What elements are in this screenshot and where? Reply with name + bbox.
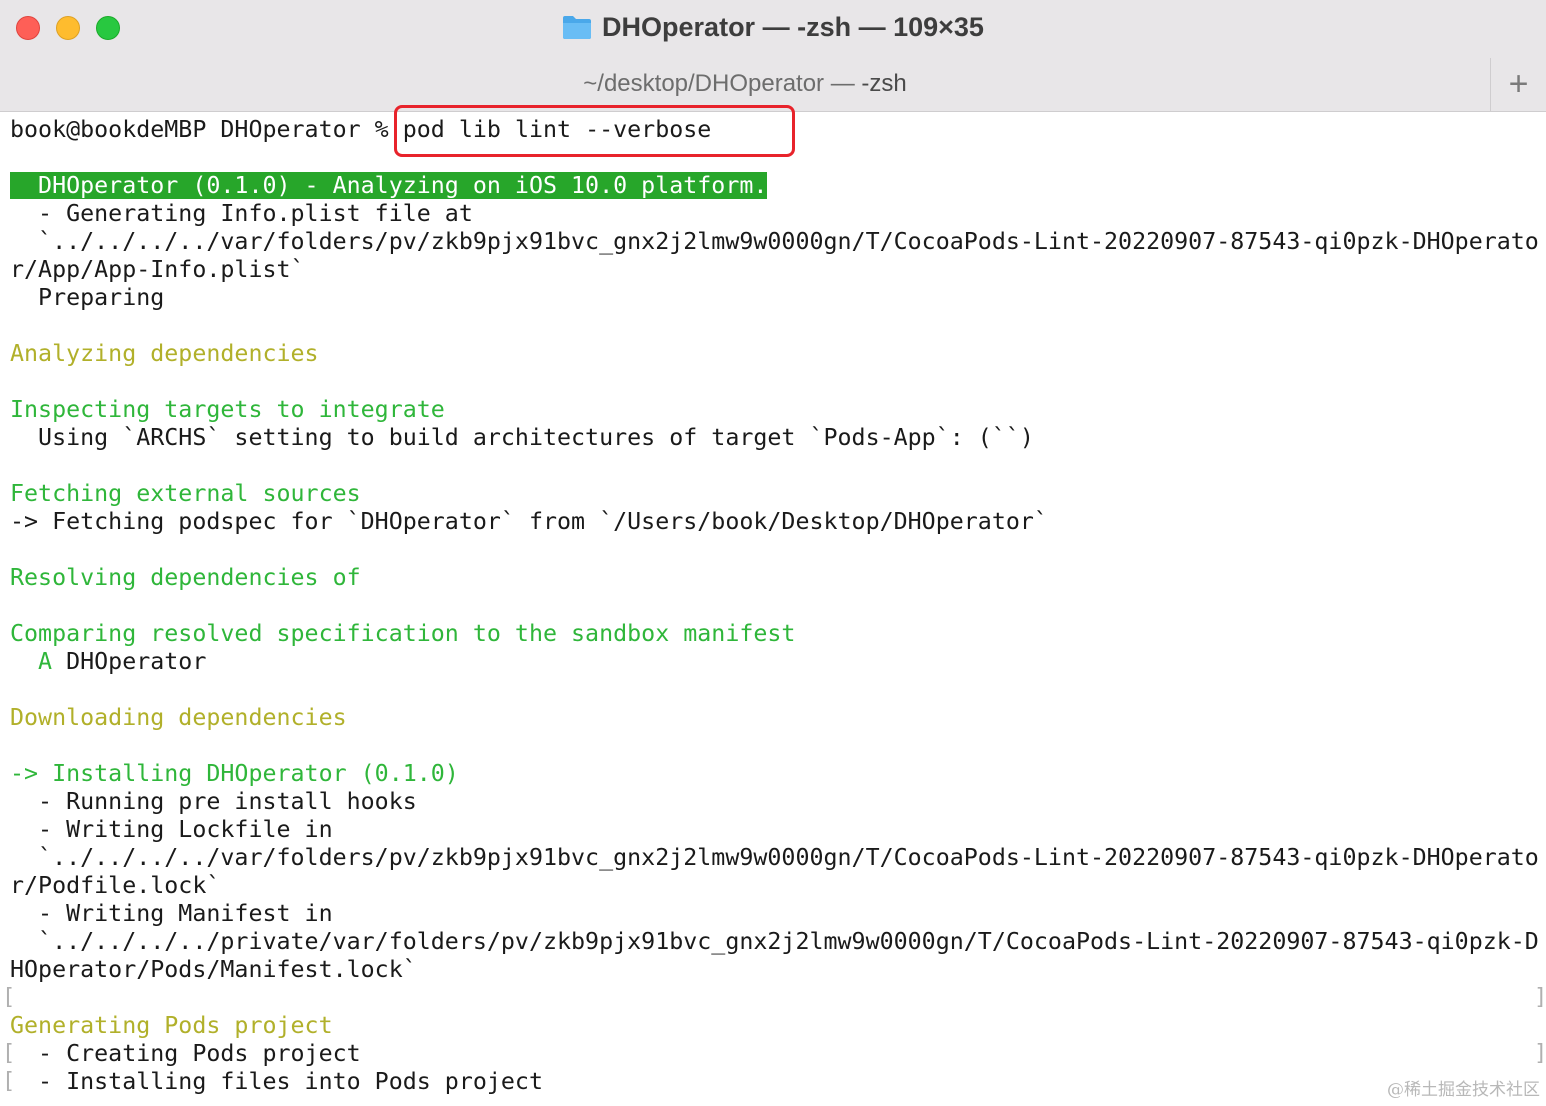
progress-bracket-icon: ] — [1534, 985, 1546, 1010]
added-pod-line: A DHOperator — [10, 648, 206, 676]
section-heading: Inspecting targets to integrate — [10, 396, 445, 423]
output-line: - Writing Manifest in — [10, 900, 333, 927]
output-line: r/Podfile.lock` — [10, 872, 221, 899]
output-line: - Running pre install hooks — [10, 788, 417, 815]
lint-banner-line: DHOperator (0.1.0) - Analyzing on iOS 10… — [10, 172, 768, 200]
progress-bracket-icon: [ — [2, 1069, 16, 1094]
output-line: Using `ARCHS` setting to build architect… — [10, 424, 1034, 451]
progress-bracket-icon: [ — [2, 985, 16, 1010]
output-line: - Installing files into Pods project — [10, 1068, 543, 1095]
title-bar[interactable]: DHOperator — -zsh — 109×35 — [0, 0, 1546, 58]
window-title-group: DHOperator — -zsh — 109×35 — [0, 10, 1546, 44]
tab-shell: -zsh — [861, 70, 907, 97]
output-line: - Writing Lockfile in — [10, 816, 333, 843]
section-heading: Downloading dependencies — [10, 704, 347, 731]
section-heading: Comparing resolved specification to the … — [10, 620, 796, 647]
command-highlight-box — [394, 105, 795, 157]
progress-bracket-icon: ] — [1534, 1041, 1546, 1066]
tab-path: ~/desktop/DHOperator — — [583, 70, 862, 97]
output-line: `../../../../var/folders/pv/zkb9pjx91bvc… — [10, 844, 1539, 871]
section-heading: Generating Pods project — [10, 1012, 333, 1039]
output-line: Preparing — [10, 284, 165, 311]
output-line: - Creating Pods project — [10, 1040, 361, 1067]
lint-banner: DHOperator (0.1.0) - Analyzing on iOS 10… — [10, 172, 768, 199]
output-line: - Generating Info.plist file at — [10, 200, 473, 227]
section-heading: Analyzing dependencies — [10, 340, 319, 367]
section-heading: Fetching external sources — [10, 480, 361, 507]
new-tab-button[interactable]: + — [1490, 58, 1546, 111]
section-heading: Resolving dependencies of — [10, 564, 361, 591]
added-pod-name: DHOperator — [52, 648, 207, 675]
progress-bracket-icon: [ — [2, 1041, 16, 1066]
folder-icon — [563, 16, 592, 39]
output-line: -> Fetching podspec for `DHOperator` fro… — [10, 508, 1048, 535]
section-heading: -> Installing DHOperator (0.1.0) — [10, 760, 459, 787]
shell-prompt: book@bookdeMBP DHOperator % — [10, 116, 403, 143]
window-title: DHOperator — -zsh — 109×35 — [602, 11, 984, 42]
tab-title[interactable]: ~/desktop/DHOperator — -zsh — [0, 70, 1490, 98]
output-line: HOperator/Pods/Manifest.lock` — [10, 956, 417, 983]
tab-bar: ~/desktop/DHOperator — -zsh + — [0, 58, 1546, 112]
added-marker: A — [10, 648, 53, 675]
watermark: @稀土掘金技术社区 — [1387, 1080, 1540, 1100]
terminal-output[interactable]: book@bookdeMBP DHOperator % pod lib lint… — [10, 116, 1540, 1106]
output-line: `../../../../var/folders/pv/zkb9pjx91bvc… — [10, 228, 1539, 255]
terminal-window: DHOperator — -zsh — 109×35 ~/desktop/DHO… — [0, 0, 1546, 1106]
output-line: r/App/App-Info.plist` — [10, 256, 305, 283]
output-line: `../../../../private/var/folders/pv/zkb9… — [10, 928, 1539, 955]
